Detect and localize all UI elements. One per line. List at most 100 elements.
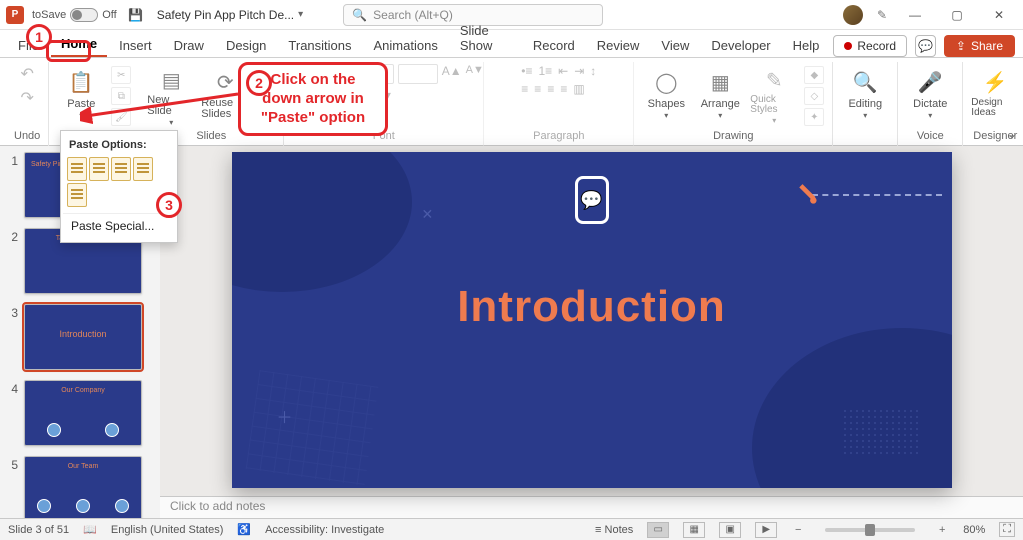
tab-insert[interactable]: Insert [109, 34, 162, 57]
slide-thumbnail-5[interactable]: Our Team [24, 456, 142, 518]
align-center-icon[interactable]: ≡ [534, 82, 541, 96]
paste-option-use-destination-theme[interactable] [67, 157, 87, 181]
arrange-button[interactable]: ▦ Arrange ▾ [696, 64, 744, 124]
zoom-percent[interactable]: 80% [963, 524, 985, 536]
shape-outline-icon[interactable]: ◇ [804, 87, 824, 105]
app-icon: P [6, 6, 24, 24]
shape-fill-icon[interactable]: ◆ [804, 66, 824, 84]
autosave-label: toSave [32, 9, 66, 21]
tab-view[interactable]: View [651, 34, 699, 57]
slide-counter[interactable]: Slide 3 of 51 [8, 524, 69, 536]
group-label-slides: Slides [196, 130, 226, 146]
comments-button[interactable]: 💬 [915, 35, 936, 57]
group-paragraph: •≡ 1≡ ⇤ ⇥ ↕ ≡ ≡ ≡ ≡ ▥ Paragraph [484, 62, 634, 146]
find-icon: 🔍 [851, 68, 879, 96]
chevron-down-icon[interactable]: ▾ [772, 117, 776, 125]
indent-right-icon[interactable]: ⇥ [574, 64, 584, 78]
design-ideas-button[interactable]: ⚡ Design Ideas [971, 64, 1019, 124]
group-label-editing [864, 130, 867, 146]
notes-pane[interactable]: Click to add notes [160, 496, 1023, 518]
accessibility-icon[interactable]: ♿ [237, 523, 251, 536]
shapes-icon: ◯ [652, 68, 680, 96]
tab-draw[interactable]: Draw [164, 34, 214, 57]
redo-icon[interactable]: ↷ [20, 88, 33, 108]
numbering-icon[interactable]: 1≡ [538, 64, 552, 78]
paste-option-keep-text-only[interactable] [133, 157, 153, 181]
microphone-icon: 🎤 [916, 68, 944, 96]
slide-canvas-area[interactable]: 💬 ✕ ＋ Introduction [160, 146, 1023, 496]
fit-to-window-button[interactable]: ⛶ [999, 522, 1015, 537]
slideshow-view-button[interactable]: ▶ [755, 522, 777, 538]
line-spacing-icon[interactable]: ↕ [590, 64, 596, 78]
quick-styles-icon: ✎ [760, 68, 788, 93]
chevron-down-icon[interactable]: ▾ [718, 112, 722, 120]
group-label-paragraph: Paragraph [533, 130, 584, 146]
slide-thumbnail-4[interactable]: Our Company [24, 380, 142, 446]
tab-transitions[interactable]: Transitions [278, 34, 361, 57]
group-label-undo: Undo [14, 130, 40, 146]
arrange-icon: ▦ [706, 68, 734, 96]
paste-option-picture[interactable] [111, 157, 131, 181]
spellcheck-icon[interactable]: 📖 [83, 523, 97, 536]
chevron-down-icon[interactable]: ▾ [928, 112, 932, 120]
autosave-toggle[interactable]: toSave Off [32, 8, 117, 22]
close-button[interactable]: ✕ [985, 3, 1013, 27]
editing-label: Editing [848, 98, 882, 110]
user-avatar[interactable] [843, 5, 863, 25]
shapes-button[interactable]: ◯ Shapes ▾ [642, 64, 690, 124]
notes-toggle[interactable]: ≡ Notes [595, 524, 633, 536]
cut-icon[interactable]: ✂ [111, 66, 131, 84]
tab-developer[interactable]: Developer [701, 34, 780, 57]
columns-icon[interactable]: ▥ [573, 82, 584, 96]
decrease-font-icon[interactable]: A▼ [466, 64, 484, 84]
increase-font-icon[interactable]: A▲ [442, 64, 462, 84]
minimize-button[interactable]: ― [901, 3, 929, 27]
quick-styles-button[interactable]: ✎ Quick Styles ▾ [750, 64, 798, 124]
decorative-x-icon: ✕ [422, 206, 434, 223]
chevron-down-icon[interactable]: ▾ [664, 112, 668, 120]
chevron-down-icon[interactable]: ▾ [298, 9, 303, 20]
shape-effects-icon[interactable]: ✦ [804, 108, 824, 126]
align-right-icon[interactable]: ≡ [547, 82, 554, 96]
tab-review[interactable]: Review [587, 34, 650, 57]
record-button[interactable]: Record [833, 35, 907, 57]
zoom-out-button[interactable]: − [791, 524, 805, 536]
slide-thumbnail-3[interactable]: Introduction [24, 304, 142, 370]
zoom-slider[interactable] [825, 528, 915, 532]
indent-left-icon[interactable]: ⇤ [558, 64, 568, 78]
justify-icon[interactable]: ≡ [560, 82, 567, 96]
zoom-in-button[interactable]: + [935, 524, 949, 536]
tab-design[interactable]: Design [216, 34, 276, 57]
tab-help[interactable]: Help [783, 34, 830, 57]
language-label[interactable]: English (United States) [111, 524, 224, 536]
align-left-icon[interactable]: ≡ [521, 82, 528, 96]
slide-canvas[interactable]: 💬 ✕ ＋ Introduction [232, 152, 952, 488]
dictate-button[interactable]: 🎤 Dictate ▾ [906, 64, 954, 124]
pen-icon[interactable]: ✎ [877, 8, 887, 22]
annotation-highlight-home-tab [46, 40, 91, 62]
editing-button[interactable]: 🔍 Editing ▾ [841, 64, 889, 124]
chevron-down-icon[interactable]: ▾ [863, 112, 867, 120]
save-icon[interactable]: 💾 [127, 6, 145, 24]
tab-animations[interactable]: Animations [364, 34, 448, 57]
thumb-number: 3 [8, 304, 18, 320]
annotation-callout-text: Click on the down arrow in "Paste" optio… [261, 71, 365, 126]
maximize-button[interactable]: ▢ [943, 3, 971, 27]
normal-view-button[interactable]: ▭ [647, 522, 669, 538]
autosave-state: Off [102, 9, 116, 21]
slide-heading[interactable]: Introduction [232, 282, 952, 332]
undo-icon[interactable]: ↶ [20, 64, 33, 84]
paste-option-keep-source-formatting[interactable] [89, 157, 109, 181]
paste-option-embed[interactable] [67, 183, 87, 207]
reading-view-button[interactable]: ▣ [719, 522, 741, 538]
sorter-view-button[interactable]: ▦ [683, 522, 705, 538]
document-title[interactable]: Safety Pin App Pitch De... [157, 8, 294, 22]
accessibility-label[interactable]: Accessibility: Investigate [265, 524, 384, 536]
tab-record[interactable]: Record [523, 34, 585, 57]
slider-thumb[interactable] [865, 524, 875, 536]
share-button[interactable]: ⇪Share [944, 35, 1015, 57]
tab-slideshow[interactable]: Slide Show [450, 19, 521, 57]
collapse-ribbon-icon[interactable]: ⌄ [1007, 127, 1017, 141]
bullets-icon[interactable]: •≡ [521, 64, 532, 78]
toggle-icon[interactable] [70, 8, 98, 22]
